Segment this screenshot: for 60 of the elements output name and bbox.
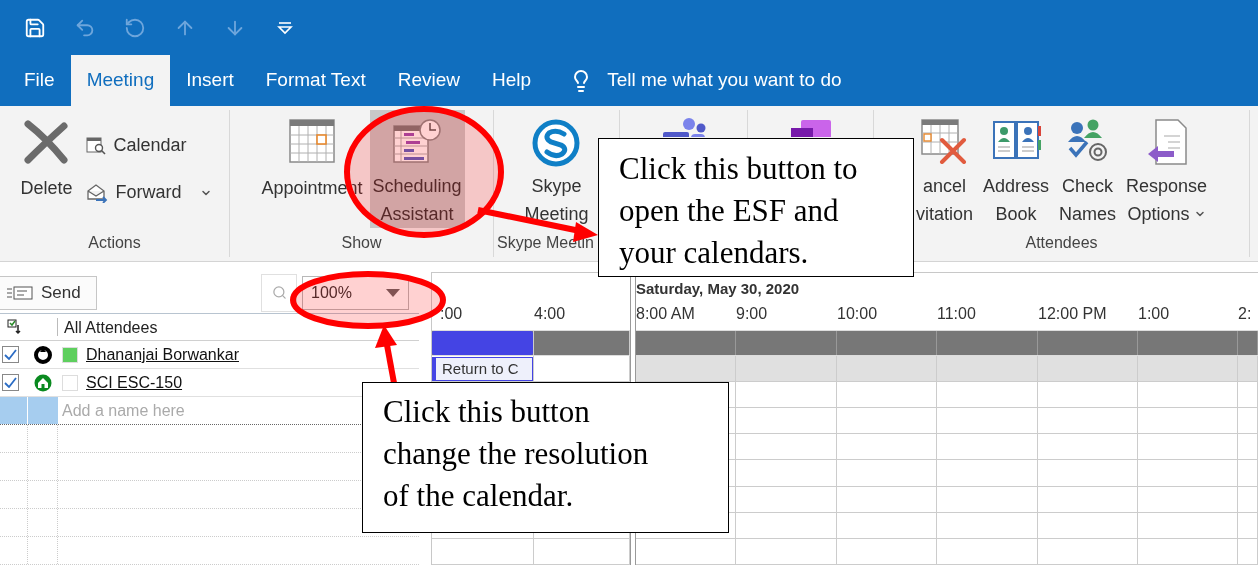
ribbon-tab[interactable]: File: [8, 55, 71, 106]
calendar-icon: [287, 118, 336, 164]
callout-note: Click this button to open the ESF and your calendars.: [598, 138, 914, 277]
hour-label: 11:00: [937, 304, 977, 325]
group-label: Actions: [88, 232, 141, 253]
ribbon-button[interactable]: Check Names: [1056, 110, 1119, 228]
appointment-block[interactable]: Return to C: [432, 356, 533, 381]
ribbon-small-button[interactable]: Forward: [85, 179, 212, 206]
x-icon: [22, 118, 71, 166]
attendee-name-link[interactable]: SCI ESC-150: [86, 370, 183, 395]
house-icon: [34, 373, 52, 392]
ribbon-button[interactable]: Address Book: [979, 110, 1052, 228]
check-icon: [3, 377, 17, 388]
attendee-name-link[interactable]: Dhananjai Borwankar: [86, 342, 239, 367]
check-icon: [3, 349, 17, 360]
save-icon[interactable]: [24, 16, 46, 39]
callout-note: Click this button change the resolution of the calendar.: [362, 382, 729, 533]
checkbox[interactable]: [1, 346, 19, 363]
hour-label: 10:00: [837, 304, 879, 325]
hour-label: 8:00 AM: [636, 304, 696, 325]
sort-icon[interactable]: [7, 319, 21, 335]
ribbon-tab[interactable]: Format Text: [249, 55, 382, 106]
schedule-clock-icon: [392, 118, 443, 164]
ribbon-tab[interactable]: Meeting: [70, 55, 171, 106]
hour-label: 2:: [1238, 304, 1253, 325]
hour-label: 4:00: [534, 304, 567, 324]
address-book-icon: [990, 118, 1041, 162]
hour-label: 1:00: [1138, 304, 1171, 325]
hour-label: :00: [439, 304, 464, 324]
dropdown-caret-icon: [386, 288, 400, 297]
add-name-field[interactable]: Add a name here: [58, 397, 348, 424]
ribbon-tab[interactable]: Insert: [170, 55, 250, 106]
envelope-arrow-icon: [85, 182, 108, 203]
ribbon-button[interactable]: Delete: [17, 110, 76, 228]
tell-me-field[interactable]: Tell me what you want to do: [607, 66, 842, 95]
group-label: Attendees: [1025, 232, 1098, 253]
send-button[interactable]: Send: [0, 275, 97, 310]
envelope-icon: [7, 285, 33, 300]
hour-label: 9:00: [736, 304, 769, 325]
checkbox[interactable]: [1, 374, 19, 391]
calendar-cross-icon: [920, 118, 969, 164]
calendar-search-icon: [85, 136, 106, 155]
ribbon-small-button[interactable]: Calendar: [85, 132, 212, 159]
row-header-cell: [28, 397, 58, 424]
ribbon-button[interactable]: Skype Meeting: [521, 110, 592, 228]
arrow: [375, 325, 397, 384]
search-icon: [271, 285, 287, 300]
ribbon-tab[interactable]: Help: [476, 55, 548, 106]
date-heading: Saturday, May 30, 2020: [636, 279, 801, 299]
column-header: All Attendees: [63, 318, 158, 338]
group-label: Show: [341, 232, 382, 253]
organizer-icon: [34, 345, 52, 364]
customize-caret-icon[interactable]: [277, 20, 293, 35]
zoom-button[interactable]: [261, 273, 297, 312]
ribbon-button[interactable]: Scheduling Assistant: [369, 110, 465, 228]
zoom-dropdown[interactable]: 100%: [302, 275, 409, 310]
ribbon-tab[interactable]: Review: [381, 55, 477, 106]
skype-s-icon: [531, 118, 582, 168]
hour-label: 12:00 PM: [1038, 304, 1108, 325]
ribbon-button[interactable]: Response Options: [1123, 110, 1211, 228]
